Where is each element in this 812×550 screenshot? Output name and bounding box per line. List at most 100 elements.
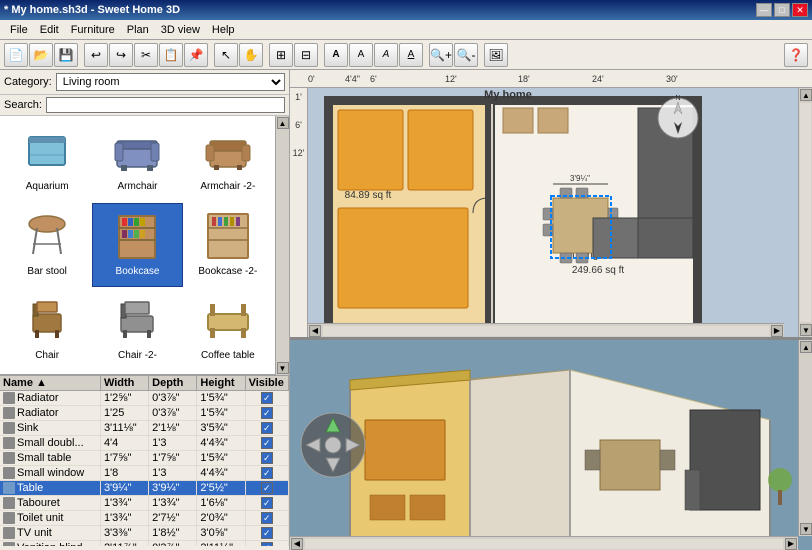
furniture-item-bookcase2[interactable]: Bookcase -2- [183, 203, 273, 288]
visibility-checkbox[interactable] [261, 452, 273, 464]
floorplan-view[interactable]: 0' 6' 12' 18' 24' 30' 4'4" 1' 6' 12' [290, 70, 812, 340]
redo-button[interactable]: ↪ [109, 43, 133, 67]
furniture-item-chair2[interactable]: Chair -2- [92, 287, 182, 372]
cell-width: 3'3⅜" [101, 526, 149, 540]
cell-name: TV unit [0, 526, 101, 540]
table-row[interactable]: Table 3'9¼" 3'9¼" 2'5½" [0, 481, 289, 496]
cell-visible[interactable] [246, 436, 289, 450]
menu-item-plan[interactable]: Plan [121, 23, 155, 37]
furniture-item-armchair2[interactable]: Armchair -2- [183, 118, 273, 203]
table-row[interactable]: Toilet unit 1'3¾" 2'7½" 2'0¾" [0, 511, 289, 526]
visibility-checkbox[interactable] [261, 467, 273, 479]
visibility-checkbox[interactable] [261, 437, 273, 449]
text-tool-3[interactable]: A [374, 43, 398, 67]
table-row[interactable]: Small table 1'7⅝" 1'7⅝" 1'5¾" [0, 451, 289, 466]
menu-item-3d-view[interactable]: 3D view [155, 23, 206, 37]
category-select[interactable]: Living room Bedroom Kitchen Bathroom [56, 73, 285, 91]
furniture-item-aquarium[interactable]: Aquarium [2, 118, 92, 203]
col-depth[interactable]: Depth [149, 376, 197, 390]
furniture-item-armchair[interactable]: Armchair [92, 118, 182, 203]
pan-tool[interactable]: ✋ [239, 43, 263, 67]
menu-item-file[interactable]: File [4, 23, 34, 37]
cell-visible[interactable] [246, 466, 289, 480]
floorplan-canvas[interactable]: 84.89 sq ft Bedroom #1 Living room 249.6… [308, 88, 798, 337]
menu-item-furniture[interactable]: Furniture [65, 23, 121, 37]
close-button[interactable]: ✕ [792, 3, 808, 17]
cell-height: 3'5¾" [197, 421, 245, 435]
furniture-scrollbar[interactable]: ▲ ▼ [275, 116, 289, 375]
add-wall-tool[interactable]: ⊞ [269, 43, 293, 67]
table-row[interactable]: TV unit 3'3⅜" 1'8½" 3'0⅝" [0, 526, 289, 541]
furniture-item-chair[interactable]: Chair [2, 287, 92, 372]
cut-button[interactable]: ✂ [134, 43, 158, 67]
paste-button[interactable]: 📌 [184, 43, 208, 67]
visibility-checkbox[interactable] [261, 497, 273, 509]
new-button[interactable]: 📄 [4, 43, 28, 67]
furniture-item-bookcase[interactable]: Bookcase [92, 203, 182, 288]
minimize-button[interactable]: — [756, 3, 772, 17]
visibility-checkbox[interactable] [261, 407, 273, 419]
col-width[interactable]: Width [101, 376, 149, 390]
v-scrollbar[interactable]: ▲ ▼ [798, 88, 812, 337]
zoom-out-button[interactable]: 🔍- [454, 43, 478, 67]
menu-item-help[interactable]: Help [206, 23, 241, 37]
col-height[interactable]: Height [197, 376, 245, 390]
table-row[interactable]: Small window 1'8 1'3 4'4¾" [0, 466, 289, 481]
cell-visible[interactable] [246, 526, 289, 540]
cell-visible[interactable] [246, 421, 289, 435]
save-button[interactable]: 💾 [54, 43, 78, 67]
menu-item-edit[interactable]: Edit [34, 23, 65, 37]
cell-visible[interactable] [246, 496, 289, 510]
visibility-checkbox[interactable] [261, 392, 273, 404]
table-row[interactable]: Radiator 1'25 0'3⅞" 1'5¾" [0, 406, 289, 421]
visibility-checkbox[interactable] [261, 512, 273, 524]
table-row[interactable]: Radiator 1'2⅝" 0'3⅞" 1'5¾" [0, 391, 289, 406]
col-name[interactable]: Name ▲ [0, 376, 101, 390]
cell-visible[interactable] [246, 391, 289, 405]
zoom-in-button[interactable]: 🔍+ [429, 43, 453, 67]
cell-visible[interactable] [246, 451, 289, 465]
maximize-button[interactable]: □ [774, 3, 790, 17]
table-row[interactable]: Sink 3'11⅛" 2'1⅛" 3'5¾" [0, 421, 289, 436]
open-button[interactable]: 📂 [29, 43, 53, 67]
armchair-label: Armchair [117, 181, 157, 192]
text-tool-4[interactable]: A [399, 43, 423, 67]
col-visible[interactable]: Visible [246, 376, 289, 390]
text-tool-2[interactable]: A [349, 43, 373, 67]
cell-visible[interactable] [246, 406, 289, 420]
undo-button[interactable]: ↩ [84, 43, 108, 67]
cell-visible[interactable] [246, 511, 289, 525]
add-room-tool[interactable]: ⊟ [294, 43, 318, 67]
visibility-checkbox[interactable] [261, 422, 273, 434]
visibility-checkbox[interactable] [261, 542, 273, 546]
svg-text:N: N [675, 95, 680, 102]
bookcase-icon [109, 208, 165, 264]
3d-h-scrollbar[interactable]: ◀ ▶ [290, 536, 798, 550]
help-button[interactable]: ❓ [784, 43, 808, 67]
cell-visible[interactable] [246, 541, 289, 546]
cell-width: 2'11⅞" [101, 541, 149, 546]
row-icon [3, 437, 15, 449]
coffeetable-label: Coffee table [201, 350, 255, 361]
visibility-checkbox[interactable] [261, 482, 273, 494]
h-scrollbar[interactable]: ◀ ▶ [308, 323, 784, 337]
visibility-checkbox[interactable] [261, 527, 273, 539]
3d-view[interactable]: ▲ ▼ ◀ ▶ [290, 340, 812, 550]
search-input[interactable] [46, 97, 285, 113]
table-row[interactable]: Tabouret 1'3¾" 1'3¾" 1'6⅛" [0, 496, 289, 511]
armchair2-label: Armchair -2- [200, 181, 255, 192]
cell-name: Sink [0, 421, 101, 435]
furniture-item-barstool[interactable]: Bar stool [2, 203, 92, 288]
copy-button[interactable]: 📋 [159, 43, 183, 67]
cell-width: 1'8 [101, 466, 149, 480]
main-area: Category: Living room Bedroom Kitchen Ba… [0, 70, 812, 550]
3d-view-button[interactable]: 🖼 [484, 43, 508, 67]
select-tool[interactable]: ↖ [214, 43, 238, 67]
cell-visible[interactable] [246, 481, 289, 495]
ruler-v-3: 12' [293, 148, 305, 158]
3d-v-scrollbar[interactable]: ▲ ▼ [798, 340, 812, 536]
text-tool-1[interactable]: A [324, 43, 348, 67]
table-row[interactable]: Venitian blind 2'11⅞" 0'3⅞" 2'11¼" [0, 541, 289, 546]
table-row[interactable]: Small doubl... 4'4 1'3 4'4¾" [0, 436, 289, 451]
furniture-item-coffeetable[interactable]: Coffee table [183, 287, 273, 372]
